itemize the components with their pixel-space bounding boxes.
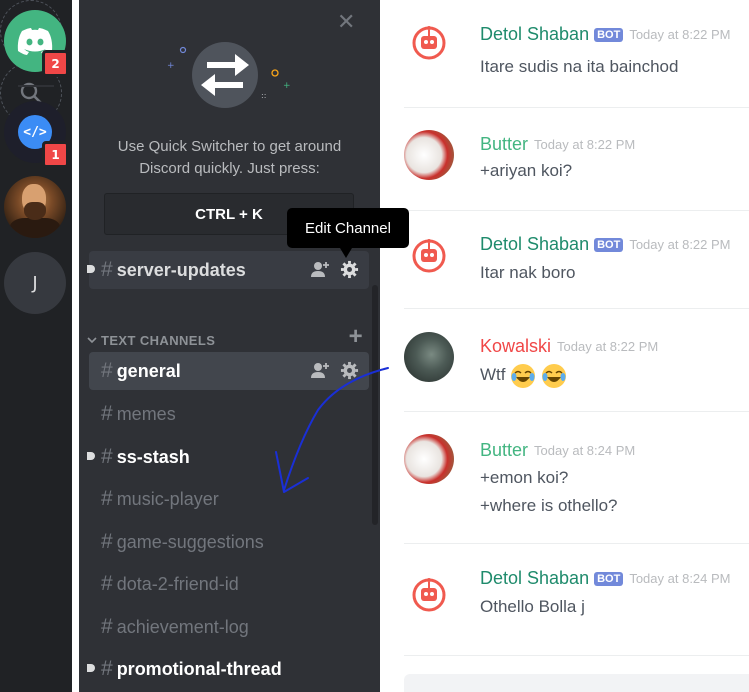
message-list: Detol Shaban BOT Today at 8:22 PM Itare …: [380, 0, 749, 692]
channel-label: achievement-log: [116, 616, 249, 637]
unread-indicator: [87, 452, 95, 460]
channel-label: ss-stash: [116, 446, 190, 467]
avatar[interactable]: [404, 130, 454, 180]
gear-icon[interactable]: [340, 260, 359, 279]
channel-ss-stash[interactable]: # ss-stash: [87, 438, 369, 476]
quick-switcher-illustration-icon: + + ::: [167, 42, 291, 108]
channel-label: memes: [116, 403, 176, 424]
message-text: Itar nak boro: [480, 263, 576, 282]
create-channel-icon[interactable]: +: [349, 325, 363, 349]
channel-promotional-thread[interactable]: # promotional-thread: [87, 650, 369, 688]
timestamp: Today at 8:22 PM: [629, 27, 731, 42]
timestamp: Today at 8:24 PM: [629, 571, 731, 586]
hash-icon: #: [101, 402, 113, 425]
unread-indicator: [87, 664, 95, 672]
channel-label: dota-2-friend-id: [116, 573, 239, 594]
joy-emoji-icon: [541, 363, 566, 388]
channel-achievement-log[interactable]: # achievement-log: [89, 608, 369, 646]
channel-label: general: [116, 360, 181, 381]
timestamp: Today at 8:22 PM: [629, 237, 731, 252]
timestamp: Today at 8:22 PM: [534, 137, 636, 152]
rail-separator: [18, 85, 54, 87]
quick-switcher-hint: Use Quick Switcher to get around Discord…: [79, 136, 380, 180]
timestamp: Today at 8:22 PM: [557, 339, 659, 354]
message-text: Wtf: [480, 361, 567, 389]
author-name[interactable]: Detol Shaban: [480, 24, 589, 45]
message-text: +where is othello?: [480, 496, 618, 515]
bot-avatar-icon: [412, 578, 446, 612]
message: Butter Today at 8:22 PM +ariyan koi?: [404, 108, 749, 211]
bot-tag: BOT: [594, 27, 624, 42]
author-name[interactable]: Detol Shaban: [480, 234, 589, 255]
gear-icon[interactable]: [340, 361, 359, 380]
message-text: +emon koi?: [480, 468, 569, 487]
channel-label: server-updates: [116, 259, 246, 280]
message: Kowalski Today at 8:22 PM Wtf: [404, 309, 749, 412]
channel-memes[interactable]: # memes: [89, 395, 369, 433]
avatar[interactable]: [404, 332, 454, 382]
avatar[interactable]: [404, 229, 454, 279]
channel-label: promotional-thread: [116, 658, 282, 679]
channel-general[interactable]: # general: [89, 352, 369, 390]
unread-indicator: [87, 265, 95, 273]
channel-server-updates[interactable]: # server-updates: [87, 251, 369, 289]
message: Detol Shaban BOT Today at 8:22 PM Itare …: [404, 0, 749, 108]
channel-label: game-suggestions: [116, 531, 264, 552]
hash-icon: #: [101, 530, 113, 553]
joy-emoji-icon: [511, 363, 536, 388]
mention-badge: 2: [42, 50, 69, 77]
hash-icon: #: [101, 657, 113, 680]
channel-sidebar: ✕ + + :: Use Quick Switcher to get aroun…: [79, 0, 380, 692]
timestamp: Today at 8:24 PM: [534, 443, 636, 458]
hint-line-1: Use Quick Switcher to get around: [117, 138, 342, 155]
message: Detol Shaban BOT Today at 8:24 PM Othell…: [404, 544, 749, 656]
invite-icon[interactable]: [310, 361, 330, 379]
svg-text:+: +: [283, 81, 291, 91]
category-text-channels[interactable]: TEXT CHANNELS +: [85, 325, 375, 352]
message-text: +ariyan koi?: [480, 161, 573, 180]
category-label: TEXT CHANNELS: [101, 332, 216, 348]
close-icon[interactable]: ✕: [337, 12, 355, 34]
mention-badge: 1: [42, 141, 69, 168]
hash-icon: #: [101, 572, 113, 595]
hint-line-2: Discord quickly. Just press:: [139, 160, 320, 177]
server-rail: 2 </> 1 J: [0, 0, 72, 692]
hash-icon: #: [101, 359, 113, 382]
author-name[interactable]: Kowalski: [480, 336, 551, 357]
author-name[interactable]: Butter: [480, 134, 528, 155]
hash-icon: #: [101, 258, 113, 281]
server-avatar-image[interactable]: [4, 176, 66, 238]
sidebar-scrollbar[interactable]: [372, 285, 378, 525]
channel-dota-2-friend-id[interactable]: # dota-2-friend-id: [89, 565, 369, 603]
message-text-value: Wtf: [480, 365, 506, 384]
channel-music-player[interactable]: # music-player: [89, 480, 369, 518]
svg-text:+: +: [167, 61, 175, 71]
hash-icon: #: [101, 487, 113, 510]
message: Detol Shaban BOT Today at 8:22 PM Itar n…: [404, 211, 749, 309]
bot-avatar-icon: [412, 26, 446, 60]
avatar[interactable]: [404, 16, 454, 66]
bot-tag: BOT: [594, 571, 624, 586]
hash-icon: #: [101, 445, 113, 468]
bot-avatar-icon: [412, 239, 446, 273]
server-j[interactable]: J: [4, 252, 66, 314]
message-input[interactable]: [404, 674, 749, 692]
channel-label: music-player: [116, 488, 219, 509]
chevron-down-icon: [87, 337, 97, 344]
avatar[interactable]: [404, 434, 454, 484]
edit-channel-tooltip: Edit Channel: [287, 208, 409, 258]
hash-icon: #: [101, 615, 113, 638]
svg-text:::: ::: [261, 91, 266, 100]
author-name[interactable]: Detol Shaban: [480, 568, 589, 589]
message: Butter Today at 8:24 PM +emon koi? +wher…: [404, 412, 749, 544]
author-name[interactable]: Butter: [480, 440, 528, 461]
message-text: Othello Bolla j: [480, 597, 585, 616]
channel-game-suggestions[interactable]: # game-suggestions: [89, 523, 369, 561]
invite-icon[interactable]: [310, 260, 330, 278]
bot-tag: BOT: [594, 237, 624, 252]
message-text: Itare sudis na ita bainchod: [480, 57, 679, 76]
avatar[interactable]: [404, 568, 454, 618]
